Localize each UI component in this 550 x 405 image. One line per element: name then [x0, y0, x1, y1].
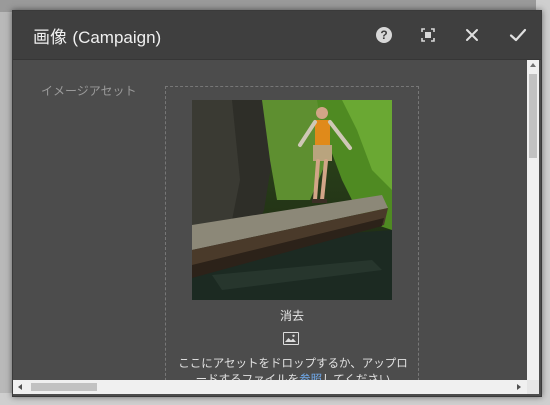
- image-icon: [283, 332, 299, 345]
- vertical-scroll-thumb[interactable]: [529, 74, 537, 158]
- done-button[interactable]: [507, 24, 529, 46]
- help-icon: ?: [376, 27, 392, 43]
- scroll-up-arrow[interactable]: [530, 63, 536, 67]
- help-button[interactable]: ?: [373, 24, 395, 46]
- fullscreen-button[interactable]: [417, 24, 439, 46]
- close-button[interactable]: [461, 24, 483, 46]
- dialog-title-main: 画像: [33, 28, 67, 48]
- asset-thumbnail[interactable]: [192, 100, 392, 300]
- horizontal-scrollbar[interactable]: [13, 380, 527, 394]
- scrollbar-corner: [527, 380, 539, 394]
- dialog-title: 画像 (Campaign): [33, 23, 161, 48]
- checkmark-icon: [509, 28, 527, 42]
- close-icon: [466, 29, 478, 41]
- browse-link[interactable]: 参照: [299, 372, 322, 380]
- dialog-title-sub: (Campaign): [72, 28, 162, 47]
- clear-button[interactable]: 消去: [166, 307, 418, 324]
- drop-instructions-text-end: してください: [322, 372, 391, 380]
- vertical-scrollbar[interactable]: [527, 60, 539, 380]
- horizontal-scroll-thumb[interactable]: [31, 383, 97, 391]
- fullscreen-icon: [421, 28, 435, 42]
- scroll-left-arrow[interactable]: [18, 384, 22, 390]
- asset-dropzone[interactable]: 消去 ここにアセットをドロップするか、アップロードするファイルを参照してください: [165, 86, 419, 380]
- image-asset-label: イメージアセット: [41, 84, 137, 98]
- drop-instructions: ここにアセットをドロップするか、アップロードするファイルを参照してください: [178, 355, 408, 380]
- scroll-right-arrow[interactable]: [517, 384, 521, 390]
- photo-hiker-on-log: [192, 100, 392, 300]
- image-dialog: 画像 (Campaign) ? イメージアセット 消去 ここにアセットをドロップ…: [12, 10, 542, 397]
- dialog-body: イメージアセット 消去 ここにアセットをドロップするか、アップロードするファイル…: [13, 60, 527, 380]
- dialog-header: 画像 (Campaign) ?: [13, 11, 541, 60]
